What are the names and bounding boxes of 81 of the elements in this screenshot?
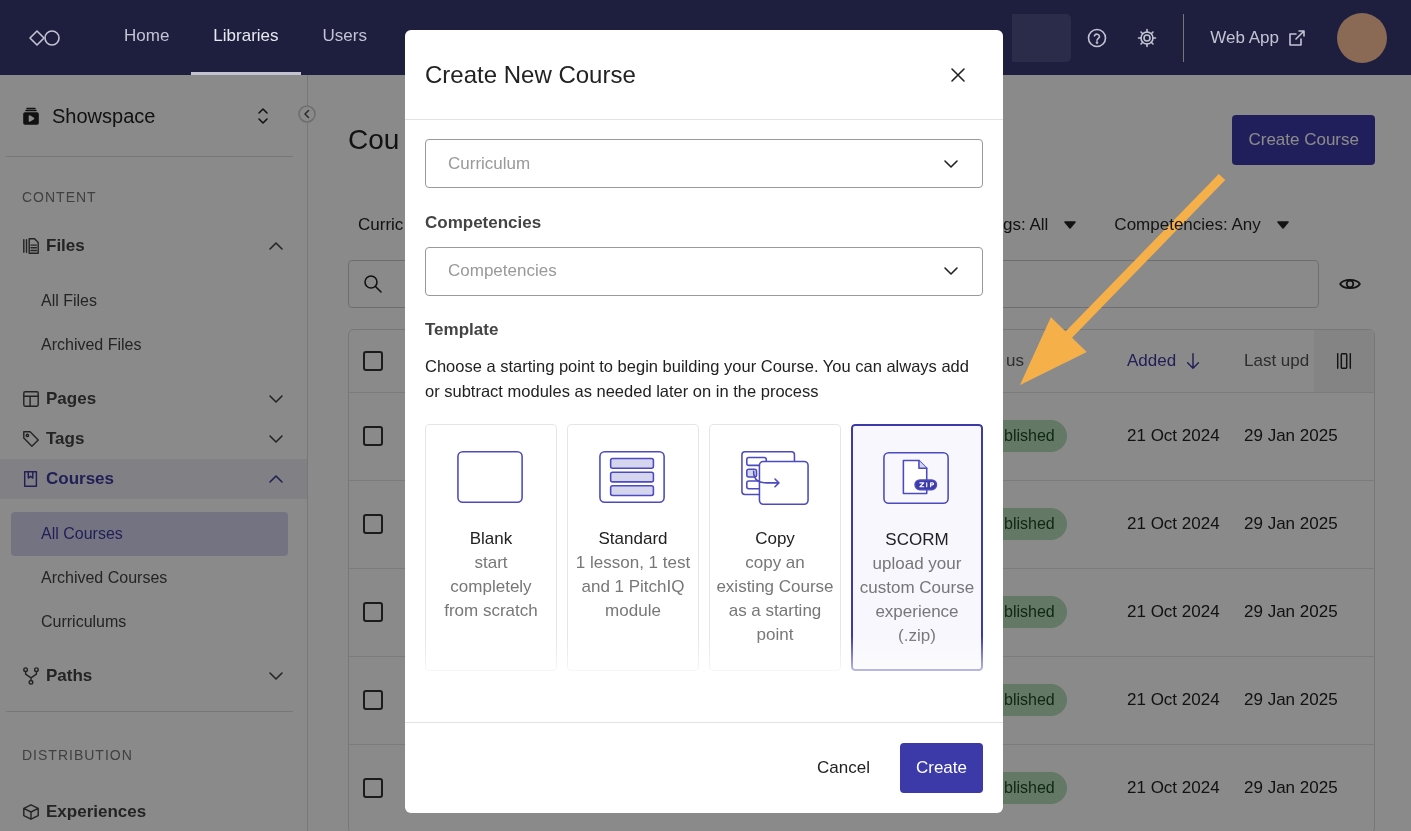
sidebar-item[interactable]: Experiences [0, 792, 307, 831]
settings-icon[interactable] [1137, 27, 1158, 48]
template-description: Choose a starting point to begin building your Course. You can always add or subtract modules as needed later on in the process [425, 356, 970, 402]
option-title: Standard [598, 528, 668, 550]
table-cell-text: 29 Jan 2025 [1244, 425, 1338, 448]
columns-icon[interactable] [1335, 351, 1353, 370]
layout-icon [22, 389, 40, 409]
column-header[interactable]: Added [1127, 347, 1203, 374]
create-course-button[interactable]: Create Course [1232, 115, 1375, 165]
search-icon [363, 273, 383, 294]
files-icon [22, 236, 40, 256]
option-title: Copy [755, 528, 795, 550]
fork-icon [22, 666, 40, 686]
section-label: Template [425, 318, 500, 341]
template-option[interactable]: Blank start completely from scratch [425, 424, 557, 671]
table-cell-text: 29 Jan 2025 [1244, 513, 1338, 536]
table-cell-text: 21 Oct 2024 [1127, 601, 1220, 624]
create-button[interactable]: Create [899, 743, 983, 793]
sidebar-item[interactable]: Files [0, 226, 307, 266]
external-link-icon [1287, 27, 1307, 48]
row-checkbox[interactable] [363, 690, 383, 710]
status-badge: blished [1002, 684, 1067, 716]
table-cell-text: 21 Oct 2024 [1127, 777, 1220, 800]
template-option[interactable]: SCORM upload your custom Course experience (.zip) [851, 424, 983, 671]
table-cell-text: 21 Oct 2024 [1127, 689, 1220, 712]
section-heading: DISTRIBUTION [21, 746, 134, 765]
filter-dropdown[interactable]: gs: All [1003, 211, 1077, 238]
web-app-link[interactable]: Web App [1210, 24, 1307, 51]
sidebar-subitem[interactable]: All Files [11, 279, 288, 323]
book-icon [22, 469, 40, 489]
table-cell-text: 29 Jan 2025 [1244, 601, 1338, 624]
row-checkbox[interactable] [363, 778, 383, 798]
select-field[interactable]: Curriculum [425, 139, 983, 188]
table-cell-text: 29 Jan 2025 [1244, 777, 1338, 800]
template-option[interactable]: Copy copy an existing Course as a starting point [709, 424, 841, 671]
filter-dropdown[interactable]: Curric [358, 211, 404, 238]
sidebar-subitem[interactable]: Archived Files [11, 323, 288, 367]
table-cell-text: 21 Oct 2024 [1127, 425, 1220, 448]
status-badge: blished [1002, 772, 1067, 804]
option-title: SCORM [885, 529, 949, 551]
close-button[interactable] [949, 65, 967, 84]
option-description: 1 lesson, 1 test and 1 PitchIQ module [574, 552, 692, 622]
table-cell-text: 29 Jan 2025 [1244, 689, 1338, 712]
sidebar-item[interactable]: Paths [0, 656, 307, 696]
stack-icon [22, 106, 40, 125]
tag-icon [22, 429, 40, 449]
row-checkbox[interactable] [363, 602, 383, 622]
row-checkbox[interactable] [363, 426, 383, 446]
option-description: copy an existing Course as a starting point [715, 552, 835, 646]
option-title: Blank [469, 528, 513, 550]
column-header[interactable]: Last upd [1244, 347, 1310, 374]
option-description: start completely from scratch [443, 552, 539, 622]
modal-title: Create New Course [425, 59, 636, 90]
nav-tab[interactable]: Home [102, 0, 192, 75]
avatar[interactable] [1337, 12, 1387, 63]
field-label: Competencies [425, 212, 543, 234]
row-checkbox[interactable] [363, 514, 383, 534]
table-cell-text: 21 Oct 2024 [1127, 513, 1220, 536]
sidebar-subitem[interactable]: All Courses [11, 512, 288, 556]
status-badge: blished [1002, 596, 1067, 628]
copy-pages-icon [740, 449, 810, 507]
status-badge: blished [1002, 420, 1067, 452]
nav-tab[interactable]: Users [300, 0, 389, 75]
sidebar-subitem[interactable]: Curriculums [11, 600, 288, 644]
section-heading: CONTENT [21, 188, 98, 207]
select-field[interactable]: Competencies [425, 246, 983, 296]
template-option[interactable]: Standard 1 lesson, 1 test and 1 PitchIQ module [567, 424, 699, 671]
page-title: Cou [348, 122, 400, 157]
workspace-name[interactable]: Showspace [52, 100, 255, 131]
cube-icon [22, 802, 40, 822]
option-description: upload your custom Course experience (.zip) [858, 553, 976, 647]
column-header[interactable]: us [1006, 347, 1024, 374]
sidebar-item[interactable]: Pages [0, 379, 307, 419]
select-all-checkbox[interactable] [363, 350, 383, 371]
sidebar-subitem[interactable]: Archived Courses [11, 556, 288, 600]
help-icon[interactable] [1087, 27, 1108, 48]
status-badge: blished [1002, 508, 1067, 540]
switch-chevrons-icon[interactable] [255, 106, 271, 125]
sidebar-item[interactable]: Courses [0, 459, 307, 499]
sidebar-item[interactable]: Tags [0, 419, 307, 459]
cancel-button[interactable]: Cancel [811, 745, 876, 791]
